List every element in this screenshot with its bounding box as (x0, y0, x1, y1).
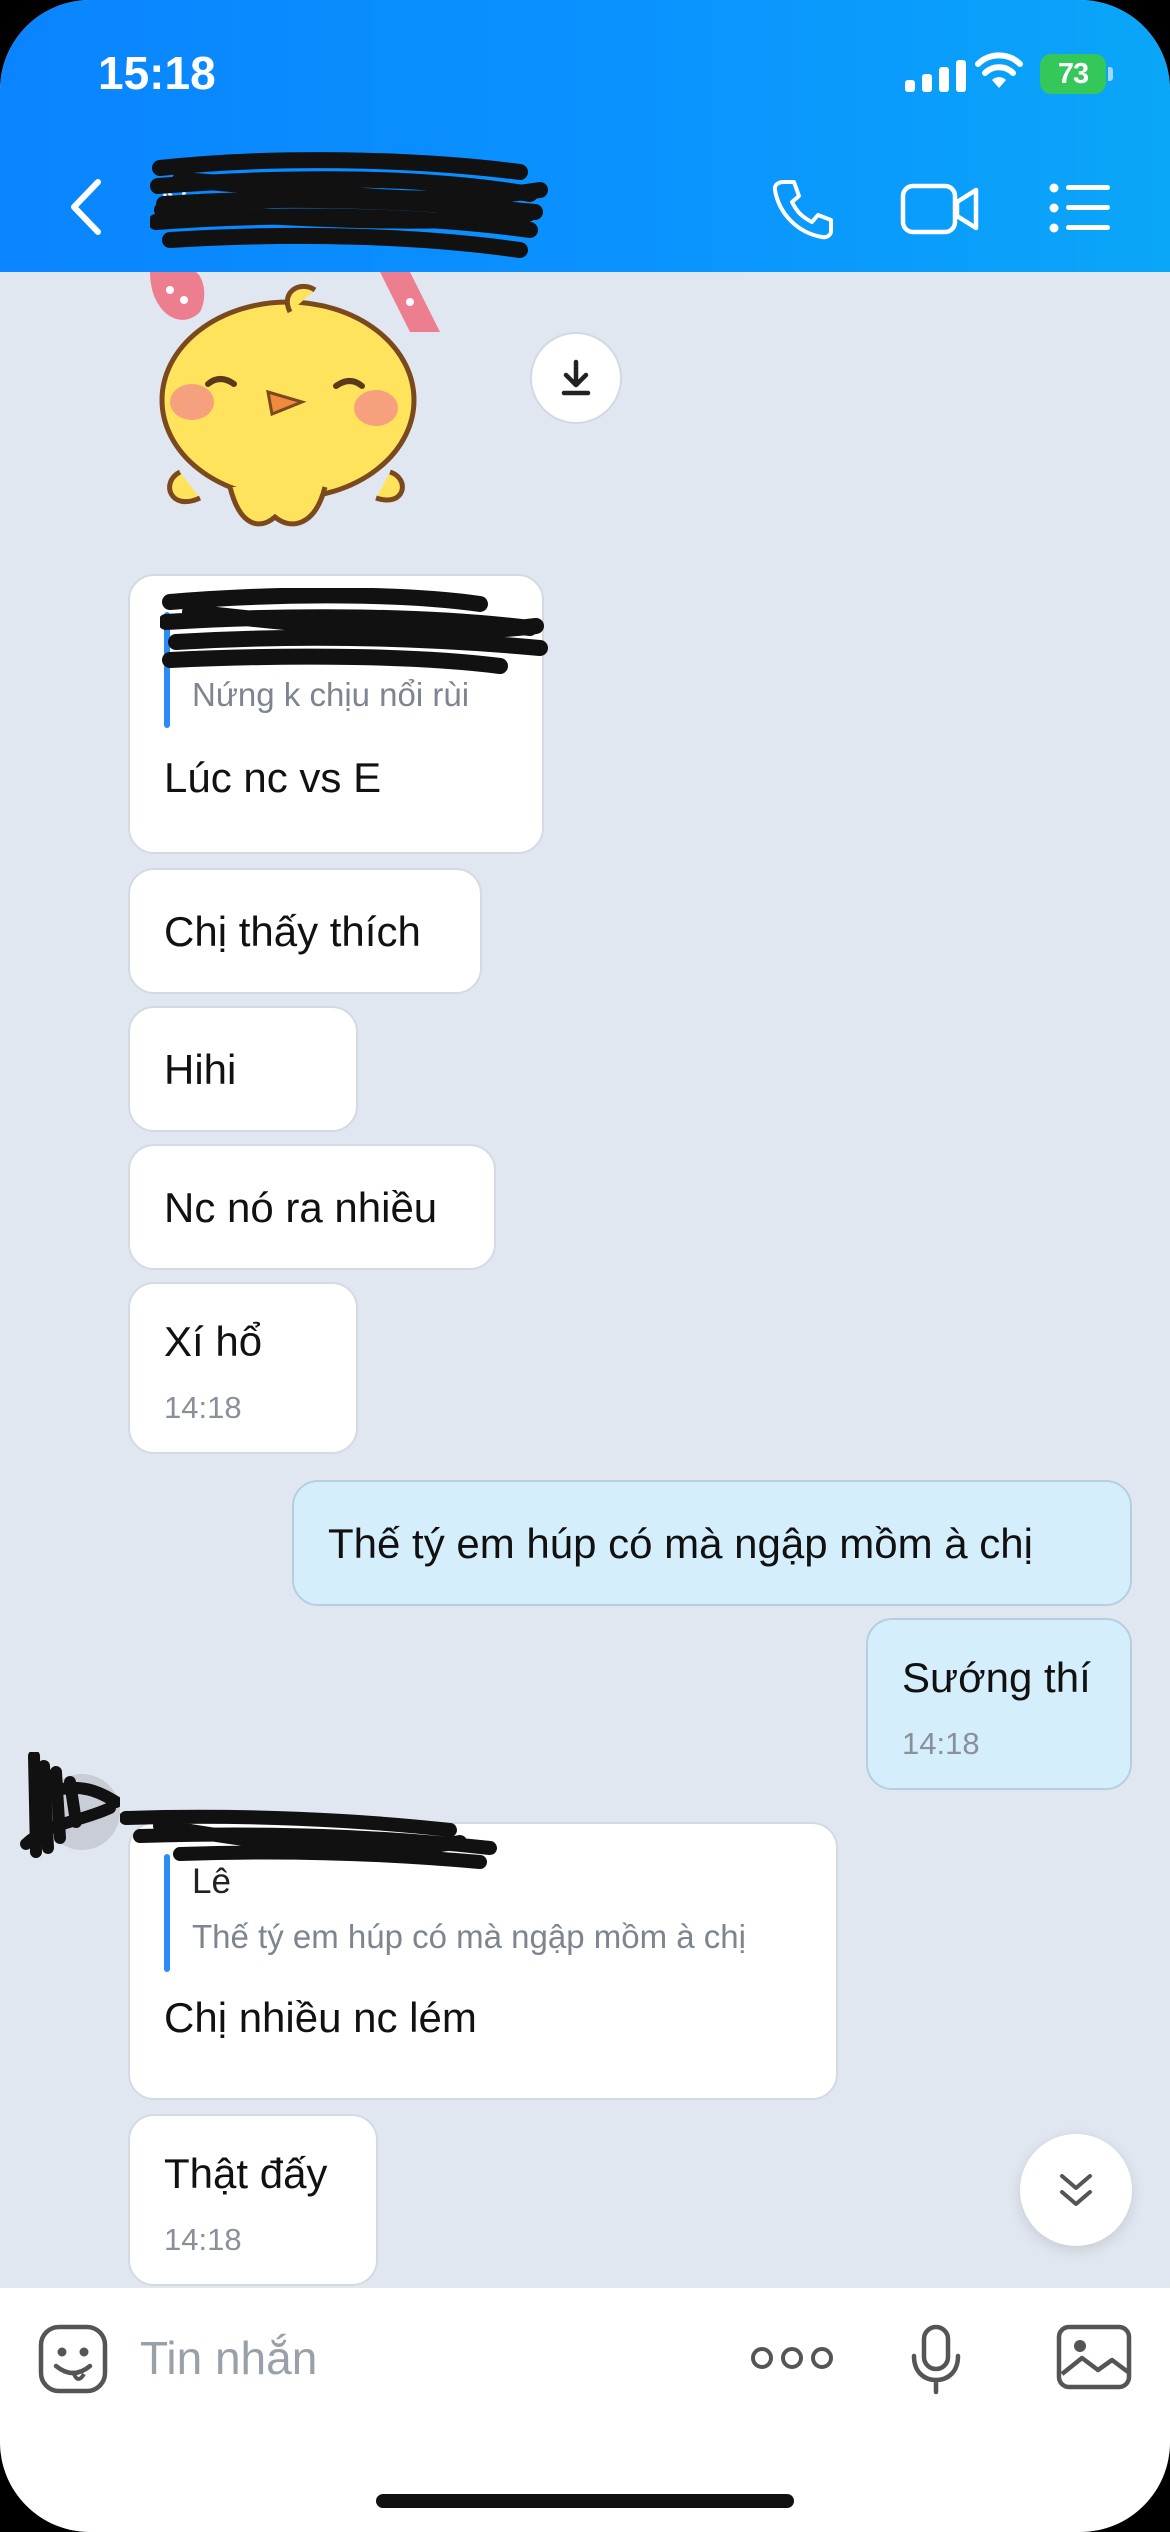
chick-sticker[interactable] (140, 272, 470, 532)
scroll-to-bottom-button[interactable] (1020, 2134, 1132, 2246)
message-time: 14:18 (164, 1390, 242, 1425)
message-time: 14:18 (902, 1726, 980, 1761)
message-text: Hihi (164, 1046, 237, 1093)
message-bubble-sent[interactable]: Sướng thí 14:18 (866, 1618, 1132, 1790)
message-bubble-received[interactable]: Thật đấy 14:18 (128, 2114, 378, 2286)
message-text: Nc nó ra nhiều (164, 1184, 438, 1231)
message-bubble-sent[interactable]: Thế tý em húp có mà ngập mồm à chị (292, 1480, 1132, 1606)
message-list[interactable]: Nứng k chịu nổi rùi Lúc nc vs E Chị thấy… (0, 272, 1170, 2286)
quote-author: Lê (192, 1862, 231, 1901)
chat-header: 15:18 73 Ng (0, 0, 1170, 272)
back-button[interactable] (62, 172, 112, 242)
message-input[interactable] (140, 2318, 700, 2398)
message-text: Chị thấy thích (164, 908, 421, 955)
battery-icon: 73 (1040, 54, 1113, 94)
quote-indicator (164, 1854, 170, 1972)
chat-options-button[interactable] (1048, 180, 1112, 236)
more-button[interactable] (750, 2338, 834, 2378)
message-text: Lúc nc vs E (164, 754, 382, 801)
message-composer (0, 2286, 1170, 2532)
video-call-button[interactable] (900, 180, 980, 238)
phone-screen: 15:18 73 Ng Nứng k chịu nổi rùi Lúc nc v… (0, 0, 1170, 2532)
image-picker-button[interactable] (1056, 2324, 1132, 2390)
message-text: Thế tý em húp có mà ngập mồm à chị (328, 1520, 1033, 1567)
status-time: 15:18 (98, 47, 216, 99)
message-bubble-received[interactable]: Lê Thế tý em húp có mà ngập mồm à chị Ch… (128, 1822, 838, 2100)
message-text: Sướng thí (902, 1654, 1091, 1701)
home-indicator (376, 2494, 794, 2508)
download-button[interactable] (530, 332, 622, 424)
message-bubble-received[interactable]: Nc nó ra nhiều (128, 1144, 496, 1270)
message-bubble-received[interactable]: Chị thấy thích (128, 868, 482, 994)
sender-avatar[interactable] (20, 1752, 120, 1862)
message-bubble-received[interactable]: Xí hổ 14:18 (128, 1282, 358, 1454)
message-text: Chị nhiều nc lém (164, 1994, 477, 2041)
message-text: Thật đấy (164, 2150, 328, 2197)
cellular-signal-icon (905, 58, 966, 92)
contact-name[interactable]: Ng (160, 180, 540, 240)
call-button[interactable] (770, 176, 836, 242)
double-chevron-down-icon (1060, 2174, 1092, 2206)
message-bubble-received[interactable]: Nứng k chịu nổi rùi Lúc nc vs E (128, 574, 544, 854)
quote-indicator (164, 612, 170, 728)
message-bubble-received[interactable]: Hihi (128, 1006, 358, 1132)
quote-text: Nứng k chịu nổi rùi (192, 676, 470, 713)
message-time: 14:18 (164, 2222, 242, 2257)
message-text: Xí hổ (164, 1318, 263, 1365)
battery-level: 73 (1040, 54, 1106, 94)
microphone-button[interactable] (906, 2324, 966, 2396)
wifi-icon (975, 52, 1023, 88)
quote-text: Thế tý em húp có mà ngập mồm à chị (192, 1918, 746, 1955)
download-icon (561, 359, 591, 396)
emoji-button[interactable] (38, 2324, 108, 2394)
